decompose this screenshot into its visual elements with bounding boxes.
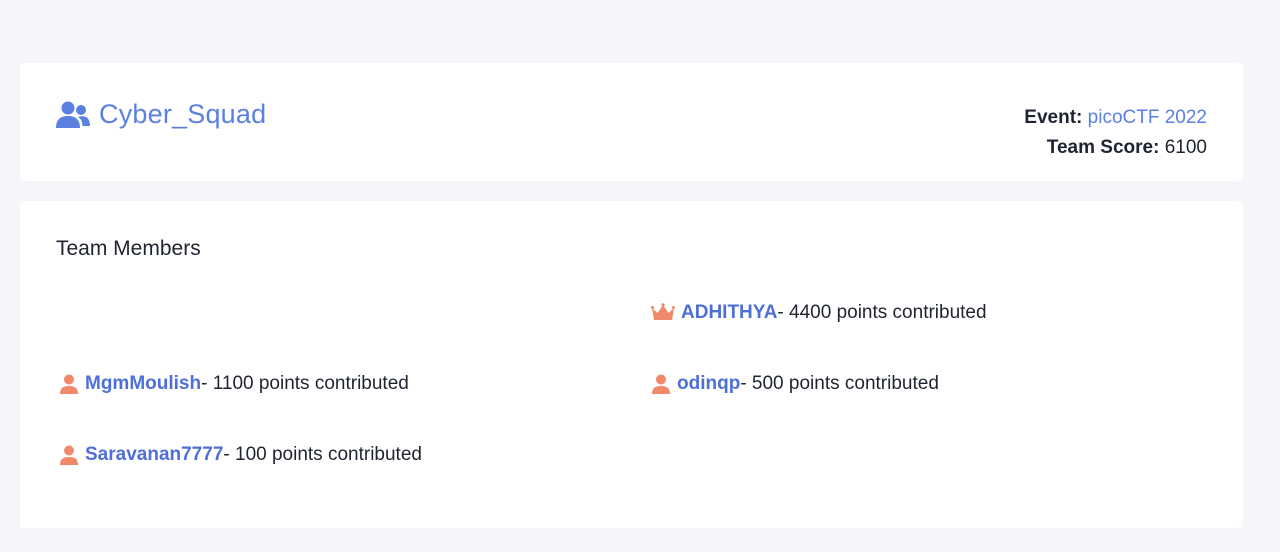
team-name-link[interactable]: Cyber_Squad	[99, 99, 266, 130]
team-score-label: Team Score:	[1046, 137, 1160, 158]
member-contribution: - 100 points contributed	[223, 444, 422, 465]
team-score-row: Team Score: 6100	[1024, 133, 1207, 163]
user-icon	[652, 374, 670, 394]
member-username-link[interactable]: ADHITHYA	[681, 302, 777, 324]
team-title: Cyber_Squad	[56, 99, 266, 130]
member-item: Saravanan7777 - 100 points contributed	[59, 444, 422, 466]
event-info: Event: picoCTF 2022 Team Score: 6100	[1024, 103, 1207, 163]
members-title: Team Members	[56, 237, 201, 260]
member-contribution: - 4400 points contributed	[777, 302, 987, 323]
member-contribution: - 1100 points contributed	[201, 373, 409, 394]
team-header-card: Cyber_Squad Event: picoCTF 2022 Team Sco…	[20, 63, 1243, 181]
user-icon	[60, 445, 78, 465]
member-username-link[interactable]: MgmMoulish	[85, 373, 201, 395]
crown-icon	[651, 303, 675, 320]
event-row: Event: picoCTF 2022	[1024, 103, 1207, 133]
member-leader: ADHITHYA - 4400 points contributed	[651, 302, 987, 324]
member-item: MgmMoulish - 1100 points contributed	[59, 373, 409, 395]
member-username-link[interactable]: odinqp	[677, 373, 740, 395]
member-item: odinqp - 500 points contributed	[651, 373, 939, 395]
team-score-value: 6100	[1164, 137, 1207, 158]
team-members-card: Team Members ADHITHYA - 4400 points cont…	[20, 201, 1243, 528]
event-label: Event:	[1024, 107, 1083, 128]
users-icon	[56, 101, 90, 128]
user-icon	[60, 374, 78, 394]
member-username-link[interactable]: Saravanan7777	[85, 444, 223, 466]
event-link[interactable]: picoCTF 2022	[1088, 107, 1207, 128]
member-contribution: - 500 points contributed	[740, 373, 939, 394]
